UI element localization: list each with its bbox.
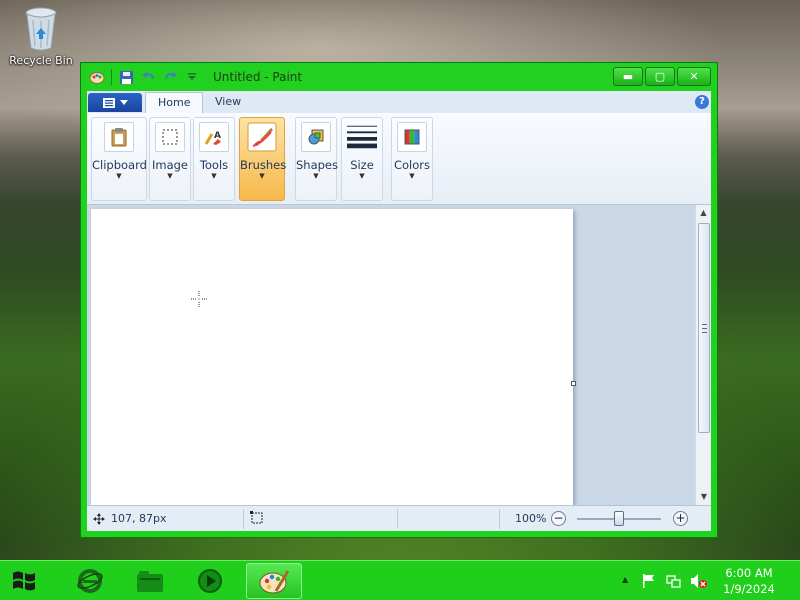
recycle-bin-label: Recycle Bin	[9, 54, 73, 67]
line-size-icon	[347, 122, 377, 152]
start-button[interactable]	[4, 565, 44, 597]
group-label-size: Size	[350, 158, 374, 172]
zoom-out-button[interactable]: −	[551, 511, 566, 526]
quick-access-toolbar	[89, 69, 200, 85]
title-bar[interactable]: Untitled - Paint ▬ ▢ ✕	[81, 63, 717, 91]
drawing-canvas[interactable]	[91, 209, 573, 505]
vertical-scrollbar[interactable]: ▲ ▼	[695, 205, 711, 505]
chevron-down-icon: ▼	[359, 172, 365, 180]
canvas-workspace	[87, 205, 695, 505]
ribbon-group-image[interactable]: Image ▼	[149, 117, 191, 201]
show-hidden-icons-chevron-up-icon[interactable]: ▲	[622, 575, 628, 584]
ribbon-group-clipboard[interactable]: Clipboard ▼	[91, 117, 147, 201]
group-label-clipboard: Clipboard	[92, 158, 147, 172]
ribbon-home: Clipboard ▼ Image ▼ A Tools ▼ Brushes ▼	[87, 113, 711, 205]
chevron-down-icon	[120, 99, 128, 105]
status-bar: 107, 87px 100% − +	[87, 505, 711, 531]
group-label-shapes: Shapes	[296, 158, 339, 172]
chevron-down-icon: ▼	[259, 172, 265, 180]
selection-size-icon	[249, 510, 265, 529]
tab-home[interactable]: Home	[145, 92, 204, 113]
close-button[interactable]: ✕	[677, 67, 711, 86]
canvas-resize-handle[interactable]	[571, 381, 576, 386]
tab-view[interactable]: View	[203, 92, 253, 113]
paint-icon	[259, 570, 290, 594]
scroll-down-arrow-icon[interactable]: ▼	[696, 489, 712, 505]
ribbon-group-tools[interactable]: A Tools ▼	[193, 117, 235, 201]
undo-icon[interactable]	[140, 69, 156, 85]
status-divider	[243, 509, 244, 529]
brush-icon	[247, 122, 277, 152]
desktop-icon-recycle-bin[interactable]: Recycle Bin	[8, 6, 74, 67]
media-player-icon	[198, 569, 222, 593]
window-title: Untitled - Paint	[213, 70, 303, 84]
ribbon-tab-row: Home View ?	[87, 91, 711, 113]
taskbar-internet-explorer[interactable]	[62, 563, 118, 599]
network-icon[interactable]	[666, 573, 682, 589]
redo-icon[interactable]	[162, 69, 178, 85]
color-palette-icon	[397, 122, 427, 152]
status-divider	[397, 509, 398, 529]
move-cursor-icon	[93, 512, 105, 525]
save-icon[interactable]	[118, 69, 134, 85]
taskbar-file-explorer[interactable]	[122, 563, 178, 599]
ribbon-group-colors[interactable]: Colors ▼	[391, 117, 433, 201]
window-controls: ▬ ▢ ✕	[613, 67, 711, 86]
clipboard-icon	[104, 122, 134, 152]
selection-icon	[155, 122, 185, 152]
maximize-button[interactable]: ▢	[645, 67, 675, 86]
scroll-up-arrow-icon[interactable]: ▲	[696, 205, 711, 221]
zoom-slider-thumb[interactable]	[614, 511, 624, 526]
chevron-down-icon: ▼	[313, 172, 319, 180]
volume-muted-icon[interactable]	[690, 573, 708, 589]
customize-qat-chevron-down-icon[interactable]	[184, 69, 200, 85]
menu-list-icon	[103, 97, 115, 108]
taskbar-paint[interactable]	[246, 563, 302, 599]
ribbon-group-shapes[interactable]: Shapes ▼	[295, 117, 339, 201]
minimize-button[interactable]: ▬	[613, 67, 643, 86]
zoom-level: 100%	[515, 512, 547, 525]
tools-icon: A	[199, 122, 229, 152]
group-label-colors: Colors	[393, 158, 431, 172]
group-label-image: Image	[151, 158, 189, 172]
chevron-down-icon: ▼	[409, 172, 415, 180]
grip-icon	[702, 324, 707, 333]
crosshair-cursor-icon	[191, 291, 207, 307]
chevron-down-icon: ▼	[116, 172, 122, 180]
zoom-in-button[interactable]: +	[673, 511, 688, 526]
taskbar-clock[interactable]: 6:00 AM 1/9/2024	[714, 565, 784, 597]
cursor-position-text: 107, 87px	[111, 512, 167, 525]
recycle-bin-icon	[24, 6, 58, 52]
paint-app-icon[interactable]	[89, 69, 105, 85]
chevron-down-icon: ▼	[211, 172, 217, 180]
taskbar: ▲ 6:00 AM 1/9/2024	[0, 560, 800, 600]
shapes-icon	[301, 122, 331, 152]
qat-separator	[111, 69, 112, 85]
action-center-flag-icon[interactable]	[642, 573, 656, 589]
help-icon[interactable]: ?	[695, 95, 709, 109]
paint-menu-button[interactable]	[88, 93, 142, 112]
chevron-down-icon: ▼	[167, 172, 173, 180]
group-label-brushes: Brushes	[240, 158, 287, 172]
cursor-position-readout: 107, 87px	[93, 512, 166, 525]
status-divider	[499, 509, 500, 529]
group-label-tools: Tools	[199, 158, 229, 172]
ribbon-group-size[interactable]: Size ▼	[341, 117, 383, 201]
taskbar-media-player[interactable]	[182, 563, 238, 599]
scrollbar-thumb[interactable]	[698, 223, 710, 433]
internet-explorer-icon	[77, 569, 103, 593]
ribbon-group-brushes[interactable]: Brushes ▼	[239, 117, 287, 201]
windows-logo-icon	[13, 571, 35, 591]
paint-window: Untitled - Paint ▬ ▢ ✕ Home View ? Clipb…	[80, 62, 718, 538]
file-explorer-icon	[137, 571, 163, 592]
clock-date: 1/9/2024	[723, 582, 775, 596]
clock-time: 6:00 AM	[725, 566, 773, 580]
